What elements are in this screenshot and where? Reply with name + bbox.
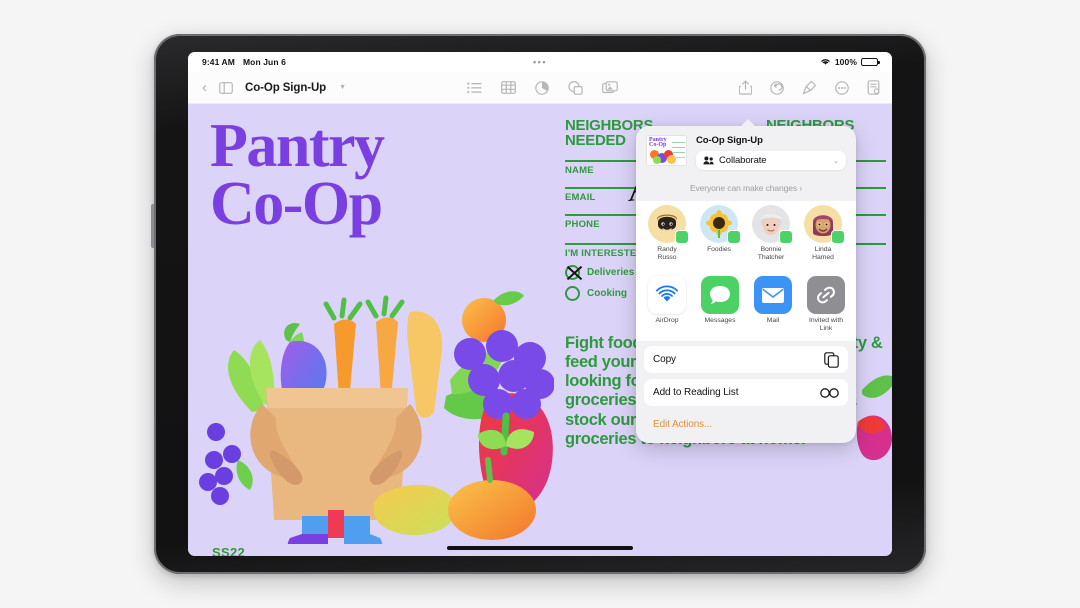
interest-option-label: Cooking <box>587 287 627 299</box>
avatar <box>700 205 741 244</box>
share-header-text: Co-Op Sign-Up Collaborate ⌄ <box>696 135 846 170</box>
sidebar-toggle-icon[interactable] <box>219 81 233 94</box>
edit-actions-row[interactable]: Edit Actions... <box>644 412 848 434</box>
edit-actions-label: Edit Actions... <box>653 419 713 431</box>
share-sheet[interactable]: Pantry Co-Op Co-Op Sign-Up Collaborate ⌄… <box>636 119 856 444</box>
shapes-icon[interactable] <box>568 80 583 95</box>
ipad-device: 9:41 AM Mon Jun 6 ••• 100% ‹ Co-Op Sign-… <box>151 34 926 574</box>
collaborate-label: Collaborate <box>719 155 767 166</box>
poster-title: Pantry Co-Op <box>210 112 385 238</box>
messages-icon <box>701 276 739 315</box>
share-app-messages[interactable]: Messages <box>699 276 741 332</box>
ipad-screen: 9:41 AM Mon Jun 6 ••• 100% ‹ Co-Op Sign-… <box>188 52 892 556</box>
status-time: 9:41 AM <box>202 57 235 67</box>
share-app-link[interactable]: Invited with Link <box>805 276 847 332</box>
battery-full-icon <box>861 58 880 66</box>
screenshot-stage: 9:41 AM Mon Jun 6 ••• 100% ‹ Co-Op Sign-… <box>0 0 1080 608</box>
undo-icon[interactable] <box>770 80 784 95</box>
people-icon <box>703 152 714 170</box>
action-label: Add to Reading List <box>653 387 739 399</box>
app-toolbar: ‹ Co-Op Sign-Up ▼ <box>188 72 892 104</box>
copy-icon <box>824 352 839 368</box>
contact-name: Linda Hamed <box>812 246 834 261</box>
share-app-label: Mail <box>766 317 780 325</box>
avatar <box>804 205 845 244</box>
share-app-label: Invited with Link <box>808 317 843 332</box>
collaborator-badge <box>779 230 793 244</box>
share-sheet-header: Pantry Co-Op Co-Op Sign-Up Collaborate ⌄ <box>636 126 856 177</box>
table-icon[interactable] <box>501 81 516 94</box>
collaborator-badge <box>831 230 845 244</box>
avatar <box>648 205 689 244</box>
action-label: Copy <box>653 354 676 366</box>
share-apps-row[interactable]: AirDrop Messages Mail Invited with Link <box>636 269 856 342</box>
chart-icon[interactable] <box>535 80 549 95</box>
glasses-icon <box>820 388 839 398</box>
contacts-row[interactable]: Randy Russo Foodies Bonnie Thatcher Lind… <box>636 201 856 270</box>
checkbox-unchecked-icon[interactable] <box>565 285 580 301</box>
contact-name: Foodies <box>707 246 731 253</box>
document-canvas[interactable]: Pantry Co-Op SS22 NEIGHBORS NEEDED NAME … <box>188 104 892 556</box>
share-app-airdrop[interactable]: AirDrop <box>646 276 688 332</box>
chevron-updown-icon[interactable]: ⌄ <box>833 157 839 165</box>
season-label: SS22 <box>212 545 246 556</box>
document-options-icon[interactable] <box>867 80 880 95</box>
avatar <box>752 205 793 244</box>
contact-item[interactable]: Linda Hamed <box>802 205 845 261</box>
collaborator-badge <box>675 230 689 244</box>
share-document-name: Co-Op Sign-Up <box>696 135 763 146</box>
grocery-illustration <box>199 291 554 544</box>
contact-name: Bonnie Thatcher <box>757 246 785 261</box>
airdrop-icon <box>648 276 686 315</box>
contact-name: Randy Russo <box>657 246 677 261</box>
collaborate-dropdown[interactable]: Collaborate ⌄ <box>696 151 846 170</box>
toolbar-insert-group <box>467 80 618 95</box>
share-app-label: AirDrop <box>655 317 679 325</box>
more-ellipsis-icon[interactable] <box>835 80 849 95</box>
collaborator-badge <box>727 230 741 244</box>
wifi-icon <box>820 57 831 68</box>
action-add-to-reading-list[interactable]: Add to Reading List <box>644 379 848 407</box>
contact-item[interactable]: Foodies <box>698 205 741 261</box>
mail-icon <box>754 276 792 315</box>
contact-item[interactable]: Randy Russo <box>646 205 689 261</box>
link-icon <box>807 276 845 315</box>
page-title[interactable]: Co-Op Sign-Up <box>245 82 326 94</box>
format-brush-icon[interactable] <box>802 80 817 95</box>
action-copy[interactable]: Copy <box>644 346 848 374</box>
share-app-mail[interactable]: Mail <box>752 276 794 332</box>
permission-row[interactable]: Everyone can make changes › <box>636 177 856 201</box>
contact-item[interactable]: Bonnie Thatcher <box>750 205 793 261</box>
thumbnail-title: Pantry Co-Op <box>649 137 667 149</box>
home-indicator[interactable] <box>447 546 633 550</box>
power-button[interactable] <box>151 204 154 248</box>
share-actions-list[interactable]: Copy Add to Reading List Edit Actions... <box>636 341 856 443</box>
multitasking-dots[interactable]: ••• <box>533 57 547 67</box>
status-bar: 9:41 AM Mon Jun 6 ••• 100% <box>188 52 892 72</box>
chevron-down-icon[interactable]: ▼ <box>339 84 346 91</box>
share-app-label: Messages <box>704 317 736 325</box>
checkbox-checked-icon[interactable] <box>565 264 580 280</box>
toolbar-action-group <box>738 80 880 95</box>
status-date: Mon Jun 6 <box>242 57 286 67</box>
status-bar-right: 100% <box>820 57 880 68</box>
share-icon[interactable] <box>738 80 752 95</box>
interest-option-label: Deliveries <box>587 266 635 278</box>
chevron-left-icon[interactable]: ‹ <box>200 80 209 95</box>
document-thumbnail: Pantry Co-Op <box>646 135 687 166</box>
share-sheet-arrow <box>740 119 756 127</box>
list-icon[interactable] <box>467 82 482 94</box>
media-icon[interactable] <box>602 81 618 94</box>
battery-percent: 100% <box>834 57 857 67</box>
